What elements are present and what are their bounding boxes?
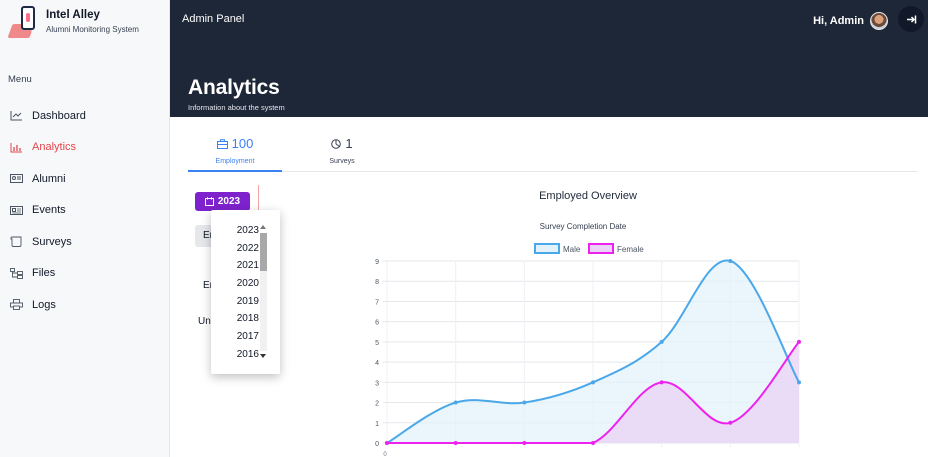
data-point: [659, 339, 664, 344]
page-title: Analytics: [188, 76, 280, 99]
sidebar-item-label: Events: [32, 204, 66, 217]
scroll-down-arrow-icon[interactable]: [260, 354, 266, 358]
scroll-up-arrow-icon[interactable]: [260, 225, 266, 229]
legend-swatch: [534, 243, 560, 254]
data-point: [728, 420, 733, 425]
sidebar-item-label: Alumni: [32, 172, 66, 185]
sidebar-item-analytics[interactable]: Analytics: [0, 132, 170, 164]
data-point: [522, 441, 527, 445]
sidebar-item-label: Dashboard: [32, 109, 86, 122]
admin-panel-title: Admin Panel: [182, 13, 245, 25]
x-tick-label: 0: [383, 452, 387, 457]
briefcase-icon: [216, 138, 228, 149]
data-point: [797, 339, 801, 344]
sidebar-item-alumni[interactable]: Alumni: [0, 163, 170, 195]
sidebar: Intel Alley Alumni Monitoring System Men…: [0, 0, 170, 457]
brand-title: Intel Alley: [46, 9, 100, 21]
sidebar-item-label: Files: [32, 267, 56, 280]
data-point: [797, 380, 801, 385]
legend-label: Female: [617, 245, 644, 254]
sidebar-item-label: Analytics: [32, 141, 77, 154]
chart-title: Employed Overview: [539, 190, 637, 202]
sidebar-nav: Dashboard Analytics Alumni Events Survey…: [0, 100, 170, 321]
year-select-button[interactable]: 2023: [195, 192, 250, 211]
phone-hand-logo-icon: [7, 6, 40, 40]
employment-count: 100: [231, 136, 254, 151]
data-point: [591, 380, 595, 385]
brand[interactable]: Intel Alley Alumni Monitoring System: [7, 6, 139, 40]
sidebar-item-logs[interactable]: Logs: [0, 289, 170, 321]
data-point: [659, 380, 664, 385]
data-point: [591, 441, 595, 445]
sidebar-item-events[interactable]: Events: [0, 195, 170, 227]
legend-swatch: [588, 243, 614, 254]
y-tick-label: 8: [375, 279, 379, 286]
y-tick-label: 7: [375, 299, 379, 306]
y-tick-label: 0: [375, 441, 379, 448]
employed-overview-chart: Survey Completion Date Male Female 0 1 2 3 4 5 6 7…: [375, 222, 801, 457]
top-header: Admin Panel Hi, Admin Analytics Informat…: [170, 0, 928, 117]
line-chart-icon: [10, 111, 22, 121]
y-tick-label: 9: [375, 259, 379, 266]
avatar[interactable]: [870, 12, 888, 30]
menu-heading: Menu: [8, 74, 32, 85]
employment-label: Employment: [215, 157, 255, 165]
sidebar-item-label: Surveys: [32, 235, 72, 248]
scroll-thumb[interactable]: [260, 233, 267, 271]
surveys-count: 1: [345, 136, 353, 151]
sidebar-item-files[interactable]: Files: [0, 258, 170, 290]
year-value: 2023: [217, 196, 241, 207]
bar-chart-icon: [10, 142, 22, 153]
newspaper-icon: [10, 205, 23, 215]
page-subtitle: Information about the system: [188, 103, 285, 112]
scroll-icon: [10, 236, 22, 248]
sidebar-item-dashboard[interactable]: Dashboard: [0, 100, 170, 132]
data-point: [453, 400, 458, 405]
y-tick-label: 1: [375, 421, 379, 428]
user-greeting[interactable]: Hi, Admin: [813, 12, 888, 30]
dropdown-scrollbar[interactable]: [258, 221, 269, 362]
calendar-icon: [204, 197, 214, 206]
tab-employment[interactable]: 100 Employment: [188, 130, 282, 172]
id-card-icon: [10, 174, 23, 184]
y-tick-label: 3: [375, 380, 379, 387]
year-dropdown[interactable]: 2023 2022 2021 2020 2019 2018 2017 2016: [211, 210, 280, 374]
data-point: [728, 259, 733, 263]
data-point: [522, 400, 527, 405]
legend-label: Male: [563, 245, 581, 254]
sidebar-item-label: Logs: [32, 298, 56, 311]
folder-tree-icon: [10, 267, 23, 279]
printer-icon: [10, 299, 23, 311]
surveys-label: Surveys: [329, 157, 355, 165]
sidebar-item-surveys[interactable]: Surveys: [0, 226, 170, 258]
y-tick-label: 4: [375, 360, 379, 367]
pie-chart-icon: [331, 138, 342, 149]
logout-button[interactable]: [898, 6, 924, 32]
data-point: [453, 441, 458, 445]
y-tick-label: 6: [375, 320, 379, 327]
y-tick-label: 5: [375, 340, 379, 347]
logout-icon: [906, 15, 916, 23]
stats-tabs: 100 Employment 1 Surveys: [188, 130, 918, 172]
data-point: [385, 441, 389, 445]
chart-subtitle: Survey Completion Date: [540, 222, 627, 231]
y-tick-label: 2: [375, 401, 379, 408]
greeting-text: Hi, Admin: [813, 15, 864, 27]
brand-subtitle: Alumni Monitoring System: [46, 25, 139, 34]
tab-surveys[interactable]: 1 Surveys: [295, 130, 389, 172]
